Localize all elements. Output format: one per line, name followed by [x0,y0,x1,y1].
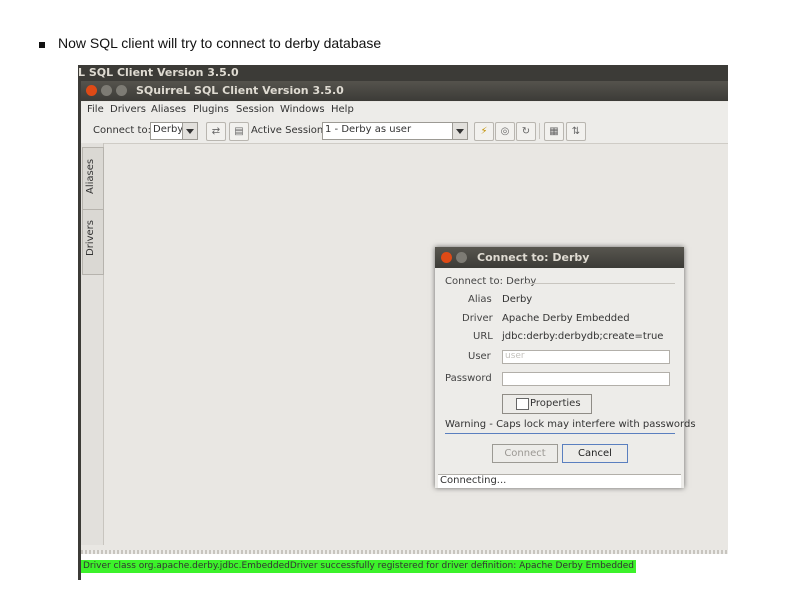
disconnect-icon[interactable]: ◎ [495,122,515,141]
url-label: URL [473,331,493,342]
minimize-window-button[interactable] [101,85,112,96]
main-window-title-bar: SQuirreL SQL Client Version 3.5.0 [81,81,728,101]
tile-windows-icon[interactable]: ▦ [544,122,564,141]
tab-drivers[interactable]: Drivers [82,209,104,275]
maximize-window-button[interactable] [116,85,127,96]
driver-label: Driver [462,313,493,324]
tab-aliases[interactable]: Aliases [82,147,104,213]
dialog-close-button[interactable] [441,252,452,263]
properties-icon [516,398,529,410]
active-session-value: 1 - Derby as user [325,124,412,135]
close-window-button[interactable] [86,85,97,96]
user-input-value: user [505,351,525,361]
dialog-minimize-button[interactable] [456,252,467,263]
log-message: Driver class org.apache.derby.jdbc.Embed… [81,560,637,573]
menu-windows[interactable]: Windows [280,104,325,115]
user-label: User [468,351,491,362]
connect-dialog: Connect to: Derby Connect to: Derby Alia… [435,247,696,488]
menu-plugins[interactable]: Plugins [193,104,229,115]
properties-button[interactable]: Properties [502,394,592,414]
chevron-down-icon [182,123,197,139]
menu-help[interactable]: Help [331,104,354,115]
tab-aliases-label: Aliases [85,158,96,194]
squirrel-screenshot: L SQL Client Version 3.5.0 SQuirreL SQL … [78,65,728,580]
properties-button-label: Properties [530,398,581,409]
active-session-label: Active Session [251,125,324,136]
password-input[interactable] [502,372,670,386]
connect-to-combo[interactable]: Derby [150,122,198,140]
bullet-marker [39,42,45,48]
alias-value: Derby [502,294,533,305]
url-value: jdbc:derby:derbydb;create=true [502,331,664,342]
chevron-down-icon [452,123,467,139]
menu-aliases[interactable]: Aliases [151,104,186,115]
tab-drivers-label: Drivers [85,220,96,256]
dialog-status-bar: Connecting... [438,474,681,488]
connect-to-value: Derby [153,124,184,135]
outer-window-title-bar: L SQL Client Version 3.5.0 [78,65,728,81]
main-toolbar: Connect to: Derby ⇄ ▤ Active Session 1 -… [81,119,728,144]
menu-drivers[interactable]: Drivers [110,104,146,115]
warning-divider [445,433,675,434]
main-window-title: SQuirreL SQL Client Version 3.5.0 [136,84,344,97]
toolbar-separator [539,123,540,139]
user-input[interactable]: user [502,350,670,364]
heading-divider [523,283,675,284]
connection-status: Connecting... [440,475,507,486]
active-session-combo[interactable]: 1 - Derby as user [322,122,468,140]
slide-bullet-text: Now SQL client will try to connect to de… [58,35,382,51]
cascade-windows-icon[interactable]: ⇅ [566,122,586,141]
refresh-icon[interactable]: ↻ [516,122,536,141]
connect-session-icon[interactable]: ⚡ [474,122,494,141]
driver-value: Apache Derby Embedded [502,313,630,324]
menu-session[interactable]: Session [236,104,274,115]
message-log-panel: Driver class org.apache.derby.jdbc.Embed… [81,554,728,580]
connect-to-label: Connect to: [93,125,151,136]
side-tab-strip: Aliases Drivers [81,143,104,545]
new-session-icon[interactable]: ⇄ [206,122,226,141]
menu-file[interactable]: File [87,104,104,115]
menu-bar: File Drivers Aliases Plugins Session Win… [81,102,728,119]
dialog-title-bar: Connect to: Derby [435,247,684,268]
dialog-title: Connect to: Derby [477,251,590,264]
caps-lock-warning: Warning - Caps lock may interfere with p… [445,419,696,430]
session-properties-icon[interactable]: ▤ [229,122,249,141]
outer-window-title: L SQL Client Version 3.5.0 [78,66,239,79]
cancel-button[interactable]: Cancel [562,444,628,463]
dialog-heading: Connect to: Derby [445,276,537,287]
alias-label: Alias [468,294,492,305]
password-label: Password [445,373,492,384]
connect-button[interactable]: Connect [492,444,558,463]
